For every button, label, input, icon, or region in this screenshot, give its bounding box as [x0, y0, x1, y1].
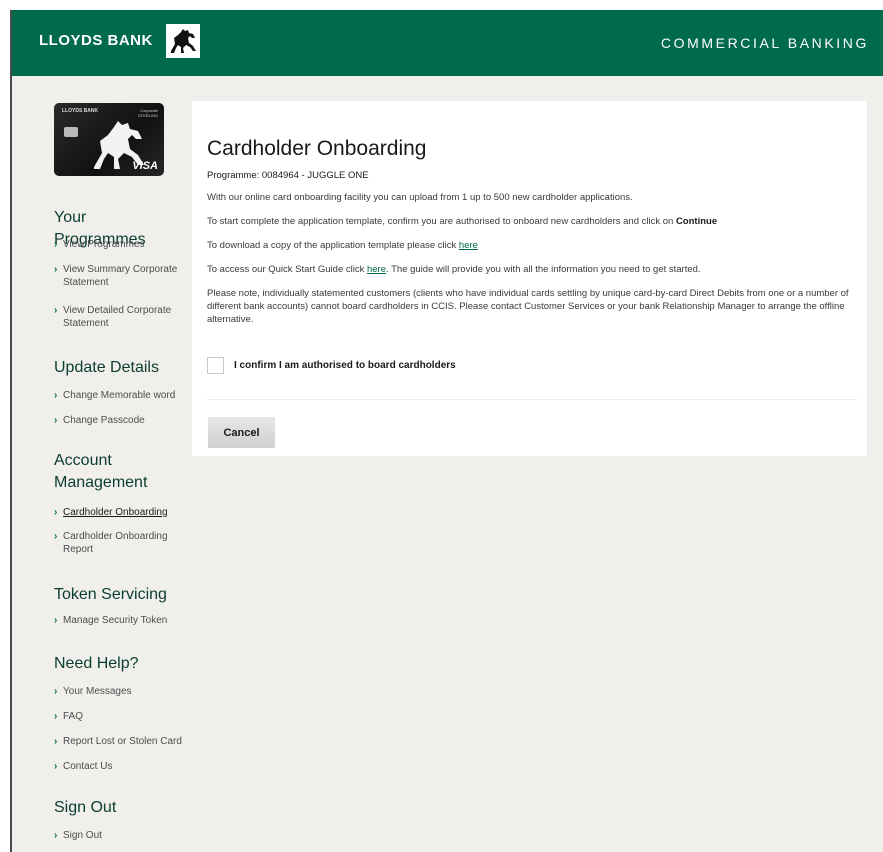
sidebar-item-change-memorable-word[interactable]: › Change Memorable word	[54, 389, 184, 402]
quick-start-guide-link[interactable]: here	[367, 264, 386, 275]
sidebar-item-your-messages[interactable]: › Your Messages	[54, 685, 184, 698]
authorisation-checkbox-label[interactable]: I confirm I am authorised to board cardh…	[234, 360, 456, 371]
sidebar-heading-update-details: Update Details	[54, 359, 159, 376]
sidebar-item-manage-security-token[interactable]: › Manage Security Token	[54, 614, 184, 627]
sidebar-item-contact-us[interactable]: › Contact Us	[54, 760, 184, 773]
chevron-right-icon: ›	[54, 531, 58, 542]
authorisation-checkbox[interactable]	[207, 357, 224, 374]
divider	[207, 399, 857, 400]
sidebar-item-view-programmes[interactable]: › View Programmes	[54, 238, 184, 251]
chevron-right-icon: ›	[54, 830, 58, 841]
sidebar-heading-account-management: Account Management	[54, 452, 148, 491]
sidebar-item-faq[interactable]: › FAQ	[54, 710, 184, 723]
sidebar-heading-need-help: Need Help?	[54, 655, 139, 672]
corporate-card-image: LLOYDS BANK Corporate STERLING VISA	[54, 103, 164, 176]
section-title: COMMERCIAL BANKING	[660, 35, 869, 51]
sidebar-item-report-lost-card[interactable]: › Report Lost or Stolen Card	[54, 735, 184, 748]
top-bar: LLOYDS BANK COMMERCIAL BANKING	[12, 10, 883, 76]
sidebar-item-change-passcode[interactable]: › Change Passcode	[54, 414, 184, 427]
intro-paragraph: With our online card onboarding facility…	[207, 192, 633, 203]
chevron-right-icon: ›	[54, 711, 58, 722]
sidebar-item-cardholder-onboarding-report[interactable]: › Cardholder Onboarding Report	[54, 530, 184, 556]
template-download-link[interactable]: here	[459, 240, 478, 251]
chevron-right-icon: ›	[54, 305, 58, 316]
main-panel: Cardholder Onboarding Programme: 0084964…	[192, 101, 867, 456]
instructions-paragraph: To start complete the application templa…	[207, 216, 718, 227]
page-title: Cardholder Onboarding	[207, 137, 427, 160]
note-paragraph: Please note, individually statemented cu…	[207, 288, 849, 325]
black-horse-icon[interactable]	[166, 24, 200, 58]
sidebar-heading-sign-out: Sign Out	[54, 799, 117, 816]
chevron-right-icon: ›	[54, 507, 58, 518]
chevron-right-icon: ›	[54, 686, 58, 697]
brand-name[interactable]: LLOYDS BANK	[39, 32, 153, 49]
sidebar-item-cardholder-onboarding[interactable]: › Cardholder Onboarding	[54, 506, 184, 519]
chevron-right-icon: ›	[54, 264, 58, 275]
chevron-right-icon: ›	[54, 761, 58, 772]
visa-logo: VISA	[132, 160, 158, 172]
sidebar-item-sign-out[interactable]: › Sign Out	[54, 829, 184, 842]
chevron-right-icon: ›	[54, 239, 58, 250]
quick-start-paragraph: To access our Quick Start Guide click he…	[207, 264, 701, 275]
template-download-paragraph: To download a copy of the application te…	[207, 240, 478, 251]
sidebar-item-view-detailed-statement[interactable]: › View Detailed Corporate Statement	[54, 304, 184, 330]
chevron-right-icon: ›	[54, 415, 58, 426]
sidebar-item-view-summary-statement[interactable]: › View Summary Corporate Statement	[54, 263, 184, 289]
chevron-right-icon: ›	[54, 390, 58, 401]
cancel-button[interactable]: Cancel	[208, 417, 275, 448]
continue-keyword: Continue	[675, 216, 718, 227]
chevron-right-icon: ›	[54, 736, 58, 747]
app-frame: LLOYDS BANK COMMERCIAL BANKING LLOYDS BA…	[10, 10, 883, 852]
chevron-right-icon: ›	[54, 615, 58, 626]
programme-label: Programme: 0084964 - JUGGLE ONE	[207, 170, 369, 181]
sidebar-heading-token-servicing: Token Servicing	[54, 586, 167, 603]
card-chip-icon	[64, 127, 78, 137]
